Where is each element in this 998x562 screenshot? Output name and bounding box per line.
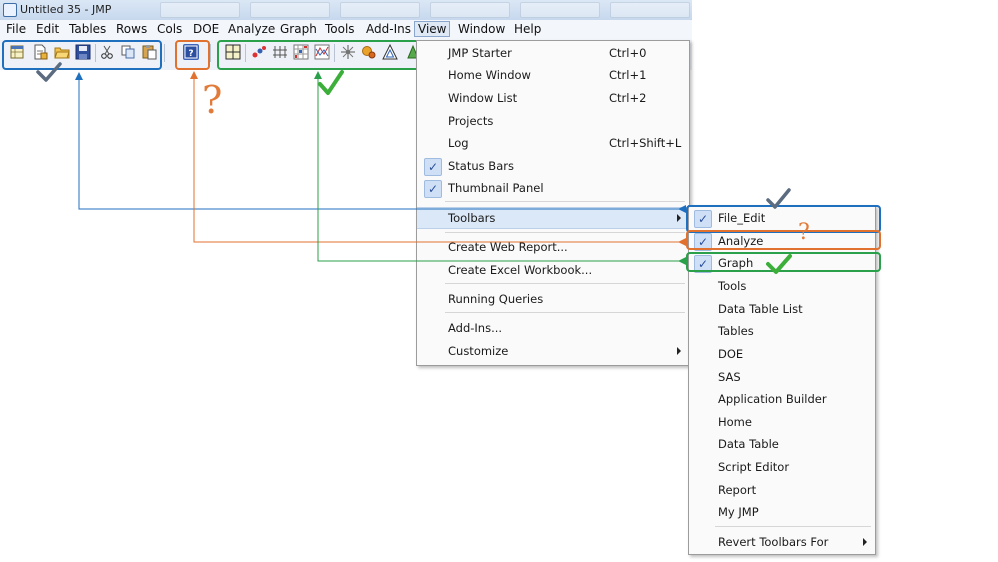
background-tab-ghost (430, 2, 510, 18)
menu-doe[interactable]: DOE (191, 22, 221, 36)
menu-add-ins[interactable]: Add-Ins (364, 22, 413, 36)
graph-submenu-highlight (686, 252, 881, 272)
menu-item-label: Projects (448, 114, 494, 128)
background-tab-ghost (250, 2, 330, 18)
toolbar-item-home[interactable]: Home (689, 412, 875, 432)
toolbar-item-my-jmp[interactable]: My JMP (689, 502, 875, 522)
checkmark-icon: ✓ (424, 158, 442, 176)
view-menu-item-create-excel-workbook[interactable]: Create Excel Workbook... (417, 260, 689, 280)
menu-item-label: JMP Starter (448, 46, 512, 60)
toolbar-item-data-table[interactable]: Data Table (689, 434, 875, 454)
analyze-submenu-highlight (686, 230, 881, 250)
submenu-item-label: Tables (718, 324, 754, 338)
menu-bar: File Edit Tables Rows Cols DOE Analyze G… (0, 20, 692, 41)
menu-separator (445, 312, 685, 313)
view-menu-item-home-window[interactable]: Home Window Ctrl+1 (417, 65, 689, 85)
menu-item-label: Create Web Report... (448, 240, 568, 254)
view-menu-item-window-list[interactable]: Window List Ctrl+2 (417, 88, 689, 108)
green-check-icon (318, 70, 344, 95)
submenu-item-label: Tools (718, 279, 747, 293)
toolbar-separator (164, 44, 165, 62)
menu-item-shortcut: Ctrl+Shift+L (609, 136, 682, 150)
view-menu-item-customize[interactable]: Customize (417, 341, 689, 361)
menu-edit[interactable]: Edit (34, 22, 61, 36)
toolbar-item-report[interactable]: Report (689, 480, 875, 500)
toolbar-item-sas[interactable]: SAS (689, 367, 875, 387)
graph-toolbar-highlight (217, 40, 421, 70)
menu-separator (445, 201, 685, 202)
toolbar-item-application-builder[interactable]: Application Builder (689, 389, 875, 409)
menu-separator (445, 283, 685, 284)
view-menu-item-toolbars[interactable]: Toolbars (417, 207, 689, 229)
submenu-item-label: Home (718, 415, 752, 429)
menu-tables[interactable]: Tables (67, 22, 108, 36)
menu-window[interactable]: Window (456, 22, 507, 36)
question-mark-annotation: ? (202, 78, 223, 122)
menu-item-label: Log (448, 136, 469, 150)
menu-file[interactable]: File (4, 22, 28, 36)
submenu-item-label: DOE (718, 347, 744, 361)
title-bar: Untitled 35 - JMP (0, 0, 692, 21)
toolbar-item-data-table-list[interactable]: Data Table List (689, 299, 875, 319)
submenu-item-label: Report (718, 483, 757, 497)
toolbar-separator (210, 44, 211, 62)
view-menu-item-log[interactable]: Log Ctrl+Shift+L (417, 133, 689, 153)
analyze-toolbar-highlight (175, 40, 210, 70)
file-edit-toolbar-highlight (2, 40, 162, 70)
menu-item-shortcut: Ctrl+2 (609, 91, 647, 105)
toolbar-item-doe[interactable]: DOE (689, 344, 875, 364)
toolbar-item-tools[interactable]: Tools (689, 276, 875, 296)
submenu-item-label: Script Editor (718, 460, 790, 474)
menu-item-shortcut: Ctrl+1 (609, 68, 647, 82)
menu-item-label: Toolbars (448, 211, 496, 225)
submenu-item-label: Application Builder (718, 392, 827, 406)
submenu-item-label: Revert Toolbars For (718, 535, 829, 549)
window-title: Untitled 35 - JMP (20, 3, 112, 16)
submenu-item-label: SAS (718, 370, 741, 384)
menu-item-label: Create Excel Workbook... (448, 263, 593, 277)
submenu-arrow-icon (677, 347, 681, 355)
submenu-item-label: Data Table List (718, 302, 803, 316)
view-menu-item-jmp-starter[interactable]: JMP Starter Ctrl+0 (417, 43, 689, 63)
menu-separator (445, 232, 685, 233)
toolbar-item-script-editor[interactable]: Script Editor (689, 457, 875, 477)
menu-view[interactable]: View (414, 21, 451, 37)
view-menu-item-thumbnail-panel[interactable]: ✓ Thumbnail Panel (417, 178, 689, 198)
background-tab-ghost (340, 2, 420, 18)
menu-item-label: Add-Ins... (448, 321, 503, 335)
menu-help[interactable]: Help (512, 22, 543, 36)
menu-graph[interactable]: Graph (278, 22, 319, 36)
jmp-app-icon (3, 3, 17, 17)
background-tab-ghost (160, 2, 240, 18)
menu-separator (715, 526, 871, 527)
background-tab-ghost (520, 2, 600, 18)
toolbar-item-tables[interactable]: Tables (689, 321, 875, 341)
question-mark-annotation: ? (798, 220, 810, 245)
submenu-arrow-icon (677, 214, 681, 222)
view-menu-dropdown: JMP Starter Ctrl+0 Home Window Ctrl+1 Wi… (416, 40, 690, 366)
menu-item-label: Home Window (448, 68, 531, 82)
toolbar-item-revert-toolbars-for[interactable]: Revert Toolbars For (689, 532, 875, 552)
file-edit-submenu-highlight (686, 205, 881, 233)
view-menu-item-running-queries[interactable]: Running Queries (417, 289, 689, 309)
submenu-item-label: My JMP (718, 505, 759, 519)
menu-item-label: Customize (448, 344, 509, 358)
menu-item-label: Thumbnail Panel (448, 181, 544, 195)
view-menu-item-create-web-report[interactable]: Create Web Report... (417, 237, 689, 257)
menu-cols[interactable]: Cols (155, 22, 184, 36)
submenu-arrow-icon (863, 538, 867, 546)
view-menu-item-add-ins[interactable]: Add-Ins... (417, 318, 689, 338)
menu-item-label: Running Queries (448, 292, 544, 306)
background-tab-ghost (610, 2, 690, 18)
view-menu-item-projects[interactable]: Projects (417, 111, 689, 131)
menu-rows[interactable]: Rows (114, 22, 149, 36)
checkmark-icon: ✓ (424, 180, 442, 198)
menu-item-shortcut: Ctrl+0 (609, 46, 647, 60)
menu-item-label: Window List (448, 91, 518, 105)
view-menu-item-status-bars[interactable]: ✓ Status Bars (417, 156, 689, 176)
submenu-item-label: Data Table (718, 437, 779, 451)
menu-analyze[interactable]: Analyze (226, 22, 277, 36)
menu-tools[interactable]: Tools (323, 22, 357, 36)
menu-item-label: Status Bars (448, 159, 514, 173)
